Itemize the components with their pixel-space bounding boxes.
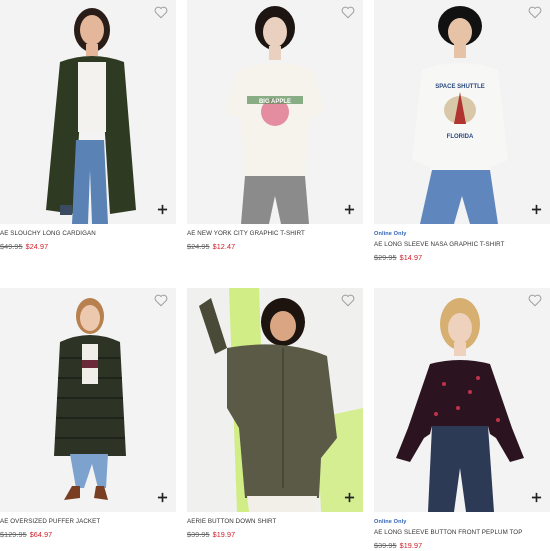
tee-print-text: BIG APPLE: [259, 99, 291, 105]
sale-price: $19.97: [212, 530, 236, 539]
sale-price: $14.97: [399, 253, 423, 262]
heart-outline-icon[interactable]: [154, 294, 168, 307]
product-prices: $49.95 $24.97: [0, 242, 176, 251]
product-name[interactable]: AE LONG SLEEVE BUTTON FRONT PEPLUM TOP: [374, 529, 550, 538]
original-price: $24.95: [187, 242, 210, 251]
model-photo-puffer: [54, 298, 126, 500]
product-meta: AE NEW YORK CITY GRAPHIC T-SHIRT $24.95 $…: [187, 230, 363, 251]
heart-outline-icon[interactable]: [341, 6, 355, 19]
original-price: $39.95: [187, 530, 210, 539]
plus-icon[interactable]: [344, 204, 355, 215]
model-photo-peplum-top: [396, 298, 524, 512]
plus-icon[interactable]: [157, 492, 168, 503]
model-photo-nasa-tee: SPACE SHUTTLE FLORIDA: [412, 6, 508, 224]
online-only-badge: Online Only: [374, 519, 407, 525]
tee-print-text-bottom: FLORIDA: [447, 134, 474, 140]
product-meta: AE SLOUCHY LONG CARDIGAN $49.95 $24.97: [0, 230, 176, 251]
product-prices: $129.95 $64.97: [0, 530, 176, 539]
product-grid: AE SLOUCHY LONG CARDIGAN $49.95 $24.97 BI…: [0, 0, 550, 551]
sale-price: $12.47: [212, 242, 236, 251]
heart-outline-icon[interactable]: [154, 6, 168, 19]
sale-price: $24.97: [25, 242, 49, 251]
sale-price: $19.97: [399, 541, 423, 550]
product-name[interactable]: AE SLOUCHY LONG CARDIGAN: [0, 230, 176, 239]
sale-price: $64.97: [29, 530, 53, 539]
plus-icon[interactable]: [531, 492, 542, 503]
heart-outline-icon[interactable]: [341, 294, 355, 307]
product-meta: Online Only AE LONG SLEEVE BUTTON FRONT …: [374, 519, 550, 550]
original-price: $129.95: [0, 530, 27, 539]
plus-icon[interactable]: [344, 492, 355, 503]
product-image[interactable]: [187, 288, 363, 512]
plus-icon[interactable]: [157, 204, 168, 215]
tee-print-text-top: SPACE SHUTTLE: [435, 84, 485, 90]
original-price: $39.95: [374, 541, 397, 550]
product-meta: AERIE BUTTON DOWN SHIRT $39.95 $19.97: [187, 518, 363, 539]
product-image[interactable]: [374, 288, 550, 512]
product-image[interactable]: BIG APPLE: [187, 0, 363, 224]
product-meta: Online Only AE LONG SLEEVE NASA GRAPHIC …: [374, 231, 550, 262]
product-prices: $24.95 $12.47: [187, 242, 363, 251]
online-only-badge: Online Only: [374, 231, 407, 237]
product-name[interactable]: AERIE BUTTON DOWN SHIRT: [187, 518, 363, 527]
model-photo-button-shirt: [199, 288, 363, 512]
product-name[interactable]: AE OVERSIZED PUFFER JACKET: [0, 518, 176, 527]
model-photo-tee: BIG APPLE: [225, 6, 325, 224]
model-photo-cardigan: [46, 8, 136, 224]
product-prices: $39.95 $19.97: [374, 541, 550, 550]
product-image[interactable]: [0, 0, 176, 224]
product-image[interactable]: SPACE SHUTTLE FLORIDA: [374, 0, 550, 224]
original-price: $49.95: [0, 242, 23, 251]
product-prices: $39.95 $19.97: [187, 530, 363, 539]
original-price: $29.95: [374, 253, 397, 262]
product-name[interactable]: AE LONG SLEEVE NASA GRAPHIC T-SHIRT: [374, 241, 550, 250]
product-meta: AE OVERSIZED PUFFER JACKET $129.95 $64.97: [0, 518, 176, 539]
product-prices: $29.95 $14.97: [374, 253, 550, 262]
product-image[interactable]: [0, 288, 176, 512]
product-name[interactable]: AE NEW YORK CITY GRAPHIC T-SHIRT: [187, 230, 363, 239]
plus-icon[interactable]: [531, 204, 542, 215]
heart-outline-icon[interactable]: [528, 294, 542, 307]
heart-outline-icon[interactable]: [528, 6, 542, 19]
